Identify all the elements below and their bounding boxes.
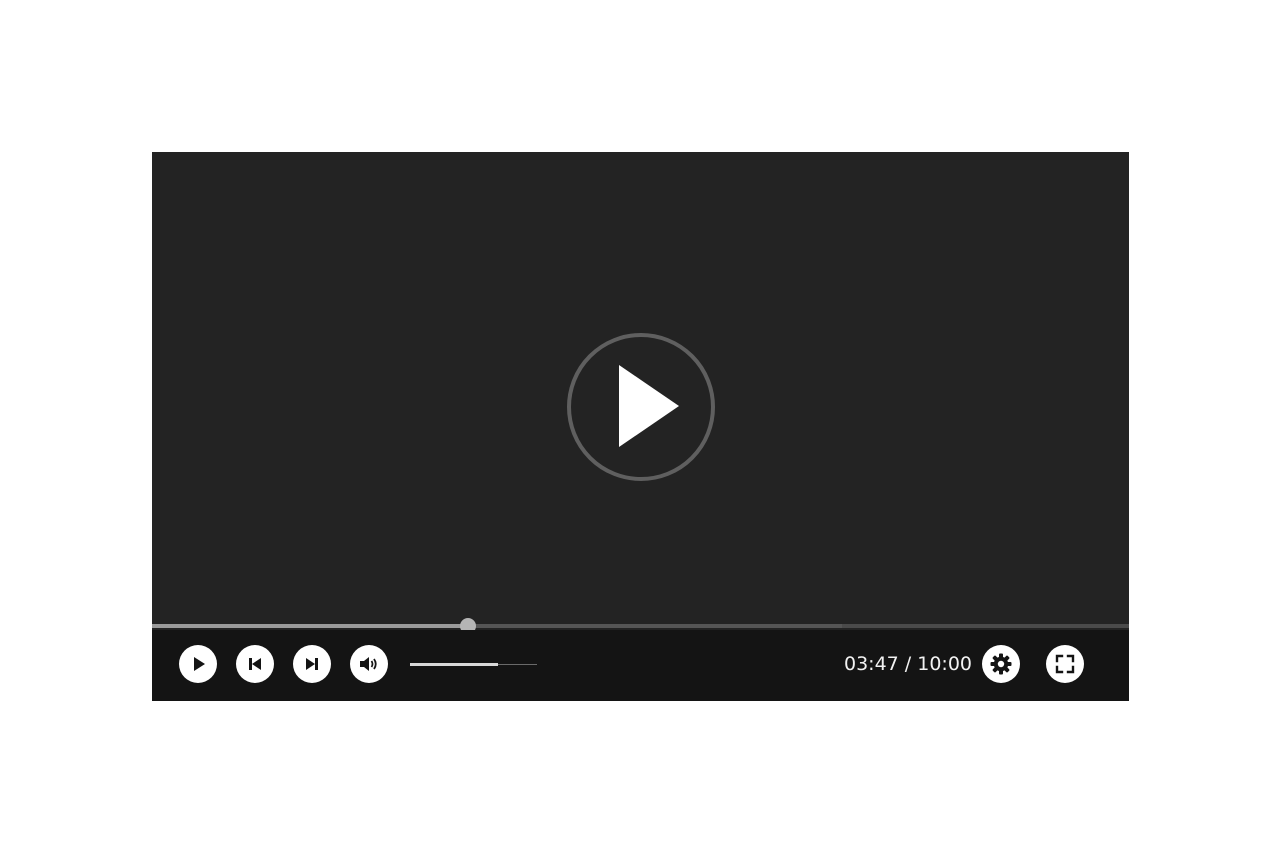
next-button[interactable] (293, 645, 331, 683)
seek-bar-played (152, 624, 468, 628)
settings-button[interactable] (982, 645, 1020, 683)
volume-slider-level (410, 663, 498, 666)
play-icon (619, 365, 679, 447)
big-play-button[interactable] (567, 333, 715, 481)
fullscreen-button[interactable] (1046, 645, 1084, 683)
play-icon (194, 657, 205, 671)
skip-previous-icon (249, 658, 261, 670)
volume-slider[interactable] (410, 663, 537, 667)
gear-icon (990, 653, 1012, 675)
total-duration: 10:00 (917, 653, 972, 675)
previous-button[interactable] (236, 645, 274, 683)
video-viewport[interactable] (152, 152, 1129, 624)
skip-next-icon (306, 658, 318, 670)
control-bar: 03:47 / 10:00 (152, 630, 1129, 701)
play-button[interactable] (179, 645, 217, 683)
time-separator: / (898, 653, 918, 675)
volume-button[interactable] (350, 645, 388, 683)
fullscreen-icon (1055, 654, 1075, 674)
current-time: 03:47 (843, 653, 899, 675)
video-player: 03:47 / 10:00 (152, 152, 1129, 701)
time-display: 03:47 / 10:00 (792, 652, 972, 676)
seek-bar[interactable] (152, 618, 1129, 634)
volume-icon (360, 657, 377, 671)
